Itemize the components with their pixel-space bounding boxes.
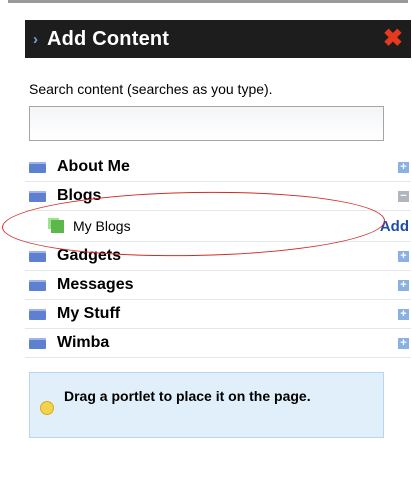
category-label: My Stuff: [57, 305, 121, 322]
panel-title: Add Content: [47, 27, 170, 50]
category-label: About Me: [57, 158, 130, 175]
portlet-icon: [51, 219, 64, 233]
folder-icon: [29, 190, 46, 202]
search-input[interactable]: [29, 106, 384, 141]
folder-icon: [29, 308, 46, 320]
add-link[interactable]: Add: [380, 218, 409, 235]
folder-icon: [29, 250, 46, 262]
folder-icon: [29, 161, 46, 173]
category-list: About Me + Blogs − My Blogs Add Gadgets …: [25, 153, 411, 358]
collapse-minus-icon[interactable]: −: [398, 190, 409, 202]
category-gadgets[interactable]: Gadgets +: [25, 242, 411, 271]
expand-plus-icon[interactable]: +: [398, 250, 409, 262]
category-blogs[interactable]: Blogs −: [25, 182, 411, 211]
portlet-label: My Blogs: [73, 218, 131, 234]
category-label: Gadgets: [57, 247, 122, 264]
category-my-stuff[interactable]: My Stuff +: [25, 300, 411, 329]
expand-plus-icon[interactable]: +: [398, 279, 409, 291]
category-label: Wimba: [57, 334, 110, 351]
category-about-me[interactable]: About Me +: [25, 153, 411, 182]
category-wimba[interactable]: Wimba +: [25, 329, 411, 358]
portlet-row-my-blogs[interactable]: My Blogs Add: [25, 211, 411, 242]
folder-icon: [29, 337, 46, 349]
chevron-right-icon: ›: [33, 30, 38, 48]
expand-plus-icon[interactable]: +: [398, 337, 409, 349]
category-label: Messages: [57, 276, 134, 293]
top-divider: [8, 0, 408, 3]
drag-hint-box: Drag a portlet to place it on the page.: [29, 372, 384, 438]
expand-plus-icon[interactable]: +: [398, 161, 409, 173]
panel-header: › Add Content ✖: [25, 20, 411, 58]
add-content-panel: › Add Content ✖ Search content (searches…: [25, 20, 411, 438]
folder-icon: [29, 279, 46, 291]
search-label: Search content (searches as you type).: [29, 81, 273, 97]
close-icon[interactable]: ✖: [383, 27, 403, 51]
hint-text: Drag a portlet to place it on the page.: [64, 388, 311, 404]
lightbulb-icon: [40, 401, 54, 415]
category-label: Blogs: [57, 187, 102, 204]
expand-plus-icon[interactable]: +: [398, 308, 409, 320]
category-messages[interactable]: Messages +: [25, 271, 411, 300]
